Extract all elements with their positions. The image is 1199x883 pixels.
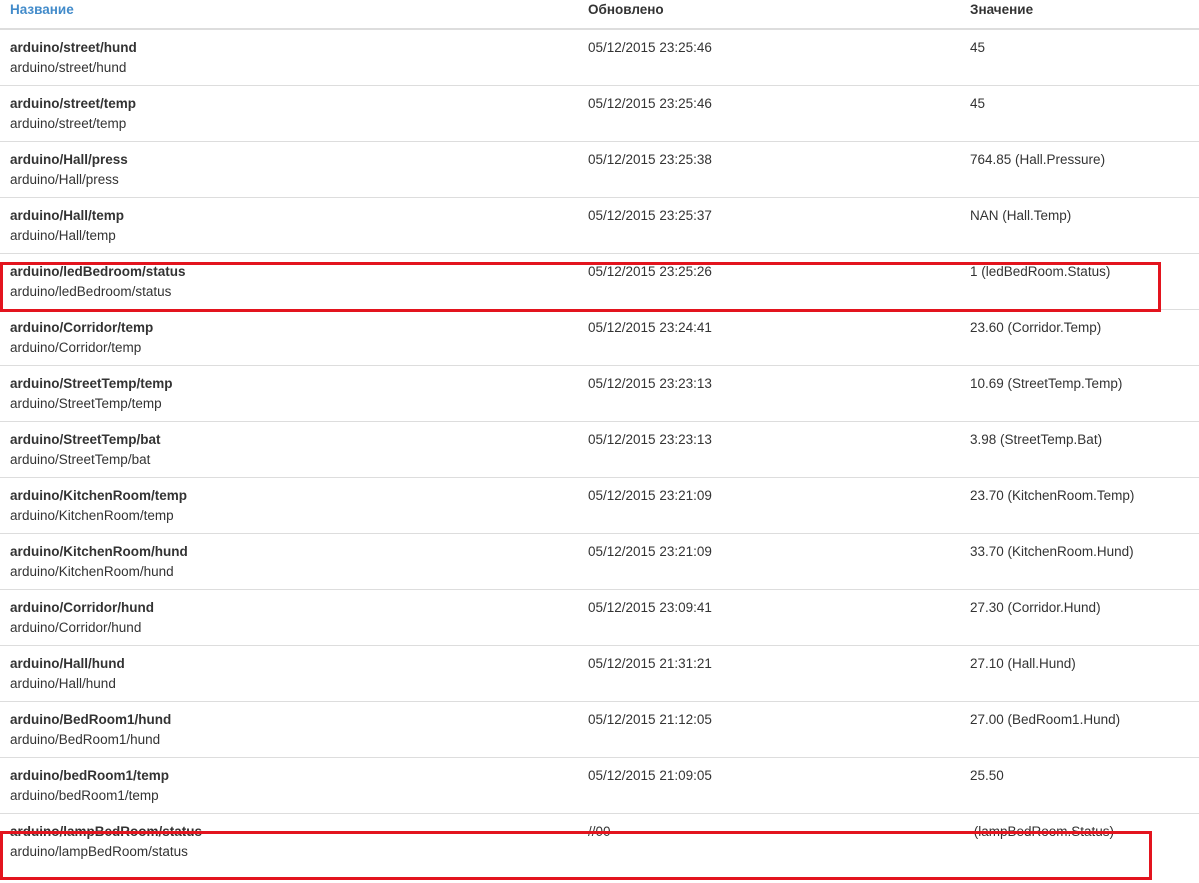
table-header-row: Название Обновлено Значение	[0, 0, 1199, 30]
cell-name: arduino/street/temp arduino/street/temp	[0, 84, 578, 141]
cell-value: 45	[970, 40, 986, 55]
cell-value: 45	[960, 84, 1199, 141]
cell-value: 27.00 (BedRoom1.Hund)	[960, 700, 1199, 757]
table-row[interactable]: arduino/StreetTemp/bat arduino/StreetTemp…	[0, 420, 1199, 477]
cell-name: arduino/StreetTemp/bat arduino/StreetTemp…	[0, 420, 578, 477]
topic-title: arduino/StreetTemp/temp	[10, 375, 173, 391]
column-header-name[interactable]: Название	[0, 0, 578, 30]
cell-name: arduino/Hall/temp arduino/Hall/temp	[0, 196, 578, 253]
table-row[interactable]: arduino/KitchenRoom/temp arduino/KitchenR…	[0, 476, 1199, 533]
column-header-updated: Обновлено	[578, 0, 960, 30]
topic-path: arduino/Hall/press	[10, 171, 119, 187]
cell-name: arduino/ledBedroom/status arduino/ledBedr…	[0, 252, 578, 309]
cell-updated: 05/12/2015 21:09:05	[578, 756, 960, 813]
topic-path: arduino/ledBedroom/status	[10, 283, 172, 299]
table-row[interactable]: arduino/Hall/press arduino/Hall/press 05/1…	[0, 140, 1199, 197]
cell-value: 33.70 (KitchenRoom.Hund)	[960, 532, 1199, 589]
table-row[interactable]: arduino/street/temp arduino/street/temp 05…	[0, 84, 1199, 141]
topic-path: arduino/street/temp	[10, 115, 127, 131]
table-row[interactable]: arduino/Corridor/temp arduino/Corridor/te…	[0, 308, 1199, 365]
page: Название Обновлено Значение arduino/stre…	[0, 0, 1199, 883]
topic-path: arduino/Hall/hund	[10, 675, 116, 691]
topics-table: Название Обновлено Значение arduino/stre…	[0, 0, 1199, 869]
cell-value: (lampBedRoom.Status)	[960, 812, 1199, 869]
topic-title: arduino/KitchenRoom/hund	[10, 543, 188, 559]
cell-updated: 05/12/2015 23:21:09	[578, 476, 960, 533]
cell-value: 3.98 (StreetTemp.Bat)	[960, 420, 1199, 477]
topic-title: arduino/lampBedRoom/status	[10, 823, 203, 839]
cell-updated: 05/12/2015 23:24:41	[578, 308, 960, 365]
topic-title: arduino/KitchenRoom/temp	[10, 487, 188, 503]
cell-name: arduino/Corridor/temp arduino/Corridor/te…	[0, 308, 578, 365]
cell-value: 764.85 (Hall.Pressure)	[960, 140, 1199, 197]
cell-updated: 05/12/2015 21:31:21	[578, 644, 960, 701]
cell-value: NAN (Hall.Temp)	[960, 196, 1199, 253]
table-row[interactable]: arduino/street/hund arduino/street/hund 05…	[0, 29, 1199, 85]
cell-updated: 05/12/2015 23:25:26	[578, 252, 960, 309]
cell-updated: //00	[578, 812, 960, 869]
cell-value: 27.10 (Hall.Hund)	[960, 644, 1199, 701]
cell-value: 10.69 (StreetTemp.Temp)	[960, 364, 1199, 421]
cell-name: arduino/street/hund arduino/street/hund	[0, 29, 578, 85]
topic-path: arduino/Hall/temp	[10, 227, 116, 243]
table-row[interactable]: arduino/Hall/temp arduino/Hall/temp 05/12/…	[0, 196, 1199, 253]
topic-title: arduino/street/temp	[10, 95, 137, 111]
cell-updated: 05/12/2015 23:23:13	[578, 420, 960, 477]
cell-value: 1 (ledBedRoom.Status)	[960, 252, 1199, 309]
topic-path: arduino/bedRoom1/temp	[10, 787, 159, 803]
cell-name: arduino/lampBedRoom/status arduino/lampBe…	[0, 812, 578, 869]
cell-updated: 05/12/2015 23:25:37	[578, 196, 960, 253]
table-row[interactable]: arduino/KitchenRoom/hund arduino/KitchenR…	[0, 532, 1199, 589]
table-row[interactable]: arduino/Corridor/hund arduino/Corridor/hu…	[0, 588, 1199, 645]
topic-title: arduino/StreetTemp/bat	[10, 431, 161, 447]
topic-path: arduino/StreetTemp/temp	[10, 395, 162, 411]
cell-value: 23.60 (Corridor.Temp)	[960, 308, 1199, 365]
cell-value: 25.50	[960, 756, 1199, 813]
cell-updated: 05/12/2015 23:23:13	[578, 364, 960, 421]
cell-name: arduino/Hall/hund arduino/Hall/hund	[0, 644, 578, 701]
topic-title: arduino/Hall/temp	[10, 207, 125, 223]
topic-path: arduino/street/hund	[10, 60, 127, 75]
cell-updated: 05/12/2015 23:25:38	[578, 140, 960, 197]
cell-updated: 05/12/2015 23:25:46	[578, 84, 960, 141]
table-row[interactable]: arduino/BedRoom1/hund arduino/BedRoom1/hu…	[0, 700, 1199, 757]
table-body: arduino/street/hund arduino/street/hund 05…	[0, 29, 1199, 869]
topic-path: arduino/StreetTemp/bat	[10, 451, 151, 467]
topic-title: arduino/Hall/press	[10, 151, 128, 167]
cell-name: arduino/Corridor/hund arduino/Corridor/hu…	[0, 588, 578, 645]
topic-title: arduino/bedRoom1/temp	[10, 767, 170, 783]
cell-updated: 05/12/2015 23:21:09	[578, 532, 960, 589]
table-row[interactable]: arduino/bedRoom1/temp arduino/bedRoom1/te…	[0, 756, 1199, 813]
cell-updated: 05/12/2015 23:25:46	[588, 40, 712, 55]
topic-title: arduino/Hall/hund	[10, 655, 125, 671]
cell-value: 23.70 (KitchenRoom.Temp)	[960, 476, 1199, 533]
cell-name: arduino/bedRoom1/temp arduino/bedRoom1/te…	[0, 756, 578, 813]
topic-title: arduino/BedRoom1/hund	[10, 711, 172, 727]
cell-updated: 05/12/2015 21:12:05	[578, 700, 960, 757]
cell-name: arduino/KitchenRoom/temp arduino/KitchenR…	[0, 476, 578, 533]
cell-value: 27.30 (Corridor.Hund)	[960, 588, 1199, 645]
topic-path: arduino/lampBedRoom/status	[10, 843, 188, 859]
table-row[interactable]: arduino/StreetTemp/temp arduino/StreetTem…	[0, 364, 1199, 421]
topic-path: arduino/BedRoom1/hund	[10, 731, 161, 747]
cell-name: arduino/StreetTemp/temp arduino/StreetTem…	[0, 364, 578, 421]
cell-updated: 05/12/2015 23:09:41	[578, 588, 960, 645]
table-row[interactable]: arduino/Hall/hund arduino/Hall/hund 05/12/…	[0, 644, 1199, 701]
topic-path: arduino/Corridor/temp	[10, 339, 142, 355]
table-row[interactable]: arduino/lampBedRoom/status arduino/lampBe…	[0, 812, 1199, 869]
topic-path: arduino/KitchenRoom/hund	[10, 563, 174, 579]
topic-title: arduino/Corridor/hund	[10, 599, 154, 615]
topic-title: arduino/street/hund	[10, 40, 137, 55]
topic-title: arduino/ledBedroom/status	[10, 263, 186, 279]
column-header-value: Значение	[960, 0, 1199, 30]
topic-path: arduino/Corridor/hund	[10, 619, 142, 635]
cell-name: arduino/BedRoom1/hund arduino/BedRoom1/hu…	[0, 700, 578, 757]
cell-name: arduino/KitchenRoom/hund arduino/KitchenR…	[0, 532, 578, 589]
topic-path: arduino/KitchenRoom/temp	[10, 507, 174, 523]
cell-name: arduino/Hall/press arduino/Hall/press	[0, 140, 578, 197]
table-row[interactable]: arduino/ledBedroom/status arduino/ledBedr…	[0, 252, 1199, 309]
topic-title: arduino/Corridor/temp	[10, 319, 154, 335]
